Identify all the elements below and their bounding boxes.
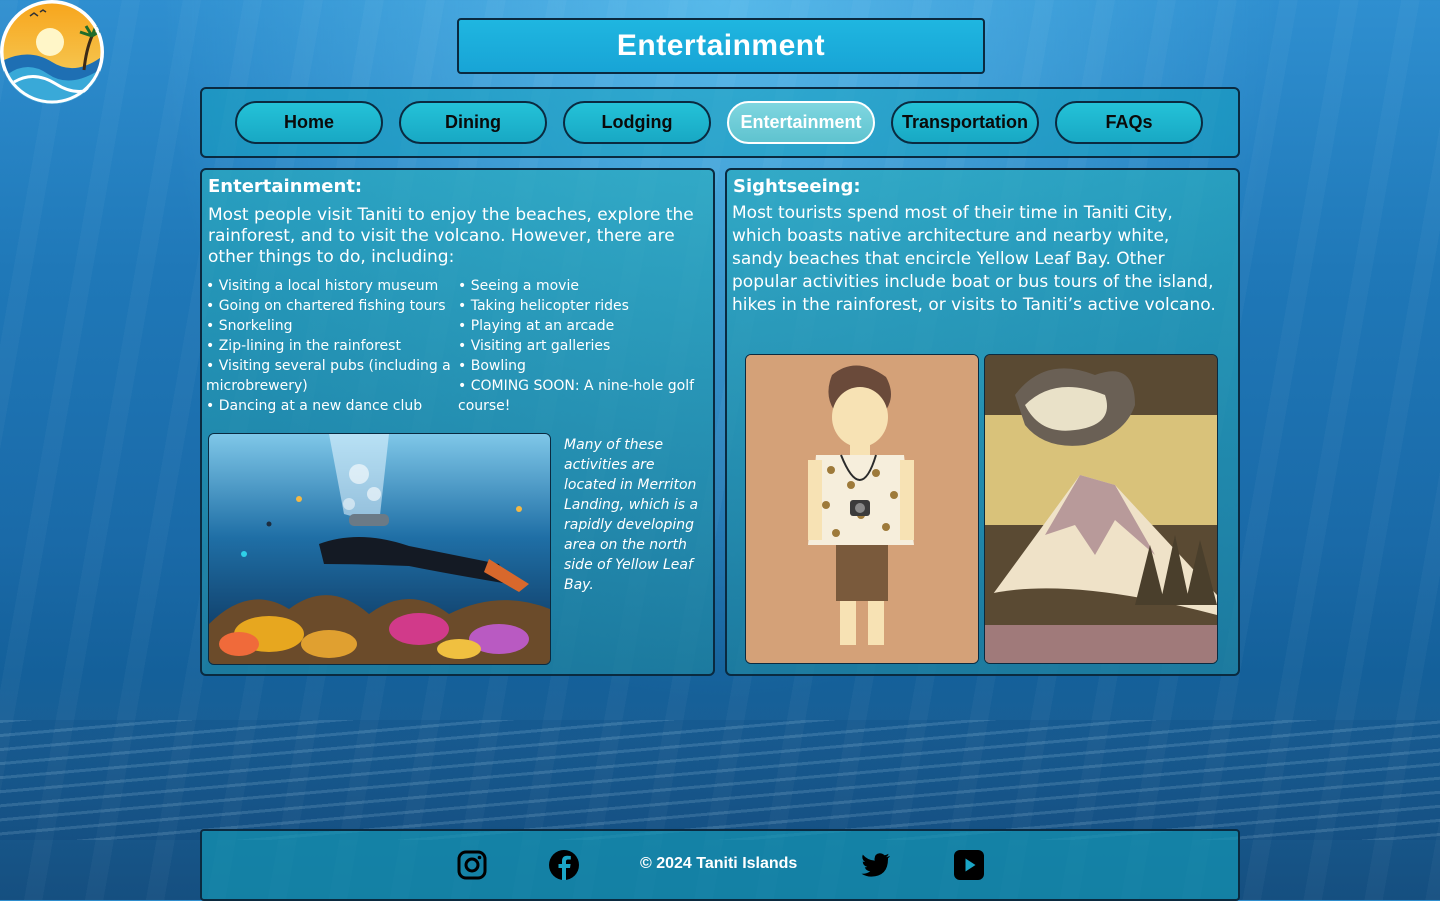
sightseeing-heading: Sightseeing:	[733, 176, 861, 197]
nav-faqs-button[interactable]: FAQs	[1055, 101, 1203, 144]
page-title: Entertainment	[616, 29, 826, 62]
list-item: • Zip-lining in the rainforest	[206, 338, 401, 354]
main-nav: Home Dining Lodging Entertainment Transp…	[200, 87, 1240, 158]
instagram-icon[interactable]	[456, 849, 488, 881]
list-item: • Visiting art galleries	[458, 338, 611, 354]
list-item: • Bowling	[458, 358, 526, 374]
activities-list-right: • Seeing a movie • Taking helicopter rid…	[458, 276, 708, 416]
nav-transportation-button[interactable]: Transportation	[891, 101, 1039, 144]
entertainment-heading: Entertainment:	[208, 176, 363, 197]
entertainment-panel: Entertainment: Most people visit Taniti …	[200, 168, 715, 676]
list-item: • Visiting a local history museum	[206, 278, 439, 294]
list-item: • COMING SOON: A nine-hole golf course!	[458, 378, 695, 414]
sightseeing-panel: Sightseeing: Most tourists spend most of…	[725, 168, 1240, 676]
merriton-landing-caption: Many of these activities are located in …	[564, 437, 699, 593]
beach-sunset-logo-icon	[0, 0, 104, 104]
list-item: • Seeing a movie	[458, 278, 579, 294]
list-item: • Dancing at a new dance club	[206, 398, 423, 414]
sightseeing-body: Most tourists spend most of their time i…	[732, 203, 1216, 315]
background-waves	[0, 720, 1440, 840]
list-item: • Going on chartered fishing tours	[206, 298, 446, 314]
entertainment-intro: Most people visit Taniti to enjoy the be…	[208, 205, 694, 267]
site-footer: © 2024 Taniti Islands	[200, 829, 1240, 901]
nav-lodging-button[interactable]: Lodging	[563, 101, 711, 144]
facebook-icon[interactable]	[548, 849, 580, 881]
nav-home-button[interactable]: Home	[235, 101, 383, 144]
youtube-icon[interactable]	[953, 849, 985, 881]
site-logo[interactable]	[0, 0, 104, 104]
footer-copyright: © 2024 Taniti Islands	[640, 855, 798, 872]
page-title-banner: Entertainment	[457, 18, 985, 74]
scuba-diver-photo	[208, 433, 551, 665]
activities-list-left: • Visiting a local history museum • Goin…	[206, 276, 451, 416]
list-item: • Playing at an arcade	[458, 318, 615, 334]
nav-entertainment-button[interactable]: Entertainment	[727, 101, 875, 144]
list-item: • Visiting several pubs (including a mic…	[206, 358, 451, 394]
tourist-illustration	[745, 354, 979, 664]
list-item: • Snorkeling	[206, 318, 293, 334]
twitter-icon[interactable]	[860, 849, 892, 881]
nav-dining-button[interactable]: Dining	[399, 101, 547, 144]
volcano-illustration	[984, 354, 1218, 664]
list-item: • Taking helicopter rides	[458, 298, 629, 314]
